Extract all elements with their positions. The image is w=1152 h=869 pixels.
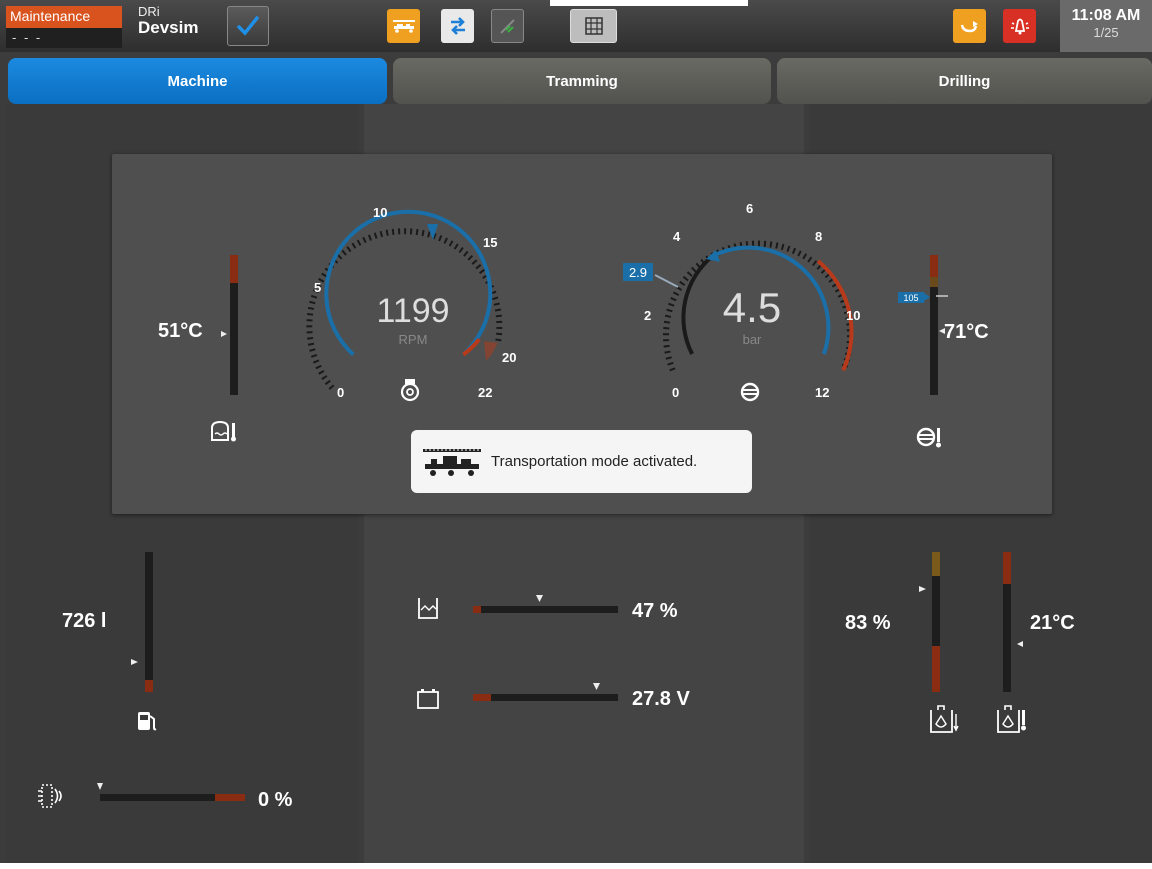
battery-voltage-bar xyxy=(473,683,618,701)
pressure-tick: 4 xyxy=(673,229,681,244)
hydraulic-oil-level-bar xyxy=(919,552,940,692)
engine-icon xyxy=(400,379,420,402)
pressure-tick: 6 xyxy=(746,201,753,216)
fuel-pump-icon xyxy=(138,712,157,731)
rpm-tick: 0 xyxy=(337,385,344,400)
water-level-value: 47 % xyxy=(632,600,678,622)
battery-voltage-value: 27.8 V xyxy=(632,688,690,710)
dpf-value: 0 % xyxy=(258,789,293,811)
water-tank-icon xyxy=(418,598,438,619)
dpf-level-bar xyxy=(97,783,245,801)
hydraulic-tank-temp-icon xyxy=(997,705,1026,733)
oil-pressure-icon xyxy=(740,382,760,402)
pressure-unit: bar xyxy=(743,332,762,347)
fuel-level-bar xyxy=(131,552,153,692)
coolant-temp-bar xyxy=(221,255,238,395)
pressure-value: 4.5 xyxy=(723,284,781,331)
transport-vehicle-icon xyxy=(423,448,481,476)
rpm-tick: 10 xyxy=(373,205,387,220)
exhaust-filter-icon xyxy=(38,784,62,808)
notification-message: Transportation mode activated. xyxy=(491,453,698,470)
rpm-tick: 20 xyxy=(502,350,516,365)
rpm-value: 1199 xyxy=(376,292,449,330)
coolant-temp-value: 51°C xyxy=(158,320,203,342)
pressure-tick: 0 xyxy=(672,385,679,400)
hydraulic-tank-level-icon xyxy=(930,705,959,733)
pressure-marker: 2.9 xyxy=(629,265,647,280)
rpm-tick: 22 xyxy=(478,385,492,400)
rpm-tick: 5 xyxy=(314,280,321,295)
rpm-tick: 15 xyxy=(483,235,497,250)
machine-view: Maintenance - - - DRi Devsim 11:08 AM 1/… xyxy=(0,0,1152,863)
oil-temp-value: 71°C xyxy=(944,321,989,343)
oil-temp-icon xyxy=(916,427,941,448)
battery-icon xyxy=(417,689,439,709)
pressure-tick: 8 xyxy=(815,229,822,244)
hydraulic-oil-level-value: 83 % xyxy=(845,612,891,634)
water-level-bar xyxy=(473,595,618,613)
hydraulic-oil-temp-bar xyxy=(1003,552,1023,692)
coolant-temp-icon xyxy=(211,420,236,442)
oil-temp-bar xyxy=(898,255,948,395)
rpm-unit: RPM xyxy=(399,332,428,347)
pressure-tick: 12 xyxy=(815,385,829,400)
notification-toast[interactable]: Transportation mode activated. xyxy=(411,430,752,493)
fuel-value: 726 l xyxy=(62,610,106,632)
oil-temp-marker: 105 xyxy=(903,293,918,303)
pressure-tick: 10 xyxy=(846,308,860,323)
hydraulic-oil-temp-value: 21°C xyxy=(1030,612,1075,634)
pressure-tick: 2 xyxy=(644,308,651,323)
